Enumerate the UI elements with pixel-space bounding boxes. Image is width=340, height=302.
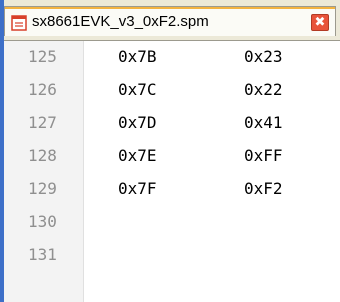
register-value: 0xF2 <box>244 179 283 198</box>
editor-line[interactable]: 128 0x7E 0xFF <box>4 140 340 173</box>
register-address: 0x7E <box>118 146 157 165</box>
line-number: 129 <box>28 179 57 198</box>
register-value: 0x23 <box>244 47 283 66</box>
line-number: 125 <box>28 47 57 66</box>
editor-line[interactable]: 131 <box>4 239 340 272</box>
line-number: 126 <box>28 80 57 99</box>
close-icon: ✖ <box>314 15 326 30</box>
editor-line[interactable]: 126 0x7C 0x22 <box>4 74 340 107</box>
line-number: 131 <box>28 245 57 264</box>
register-address: 0x7D <box>118 113 157 132</box>
register-value: 0x41 <box>244 113 283 132</box>
register-address: 0x7B <box>118 47 157 66</box>
register-value: 0x22 <box>244 80 283 99</box>
editor-line[interactable]: 127 0x7D 0x41 <box>4 107 340 140</box>
line-number: 128 <box>28 146 57 165</box>
editor-line[interactable]: 125 0x7B 0x23 <box>4 41 340 74</box>
file-tab[interactable]: sx8661EVK_v3_0xF2.spm ✖ <box>4 6 336 36</box>
editor-line[interactable]: 130 <box>4 206 340 239</box>
register-address: 0x7C <box>118 80 157 99</box>
register-value: 0xFF <box>244 146 283 165</box>
tab-active-highlight <box>5 7 335 9</box>
text-editor[interactable]: 125 0x7B 0x23 126 0x7C 0x22 127 0x7D 0x4… <box>4 40 340 302</box>
register-address: 0x7F <box>118 179 157 198</box>
editor-line[interactable]: 129 0x7F 0xF2 <box>4 173 340 206</box>
tab-title: sx8661EVK_v3_0xF2.spm <box>32 13 209 30</box>
document-icon <box>11 15 27 31</box>
line-number: 130 <box>28 212 57 231</box>
line-number: 127 <box>28 113 57 132</box>
close-tab-button[interactable]: ✖ <box>311 14 329 31</box>
tab-strip: sx8661EVK_v3_0xF2.spm ✖ <box>4 0 340 40</box>
editor-window: sx8661EVK_v3_0xF2.spm ✖ 125 0x7B 0x23 12… <box>0 0 340 302</box>
